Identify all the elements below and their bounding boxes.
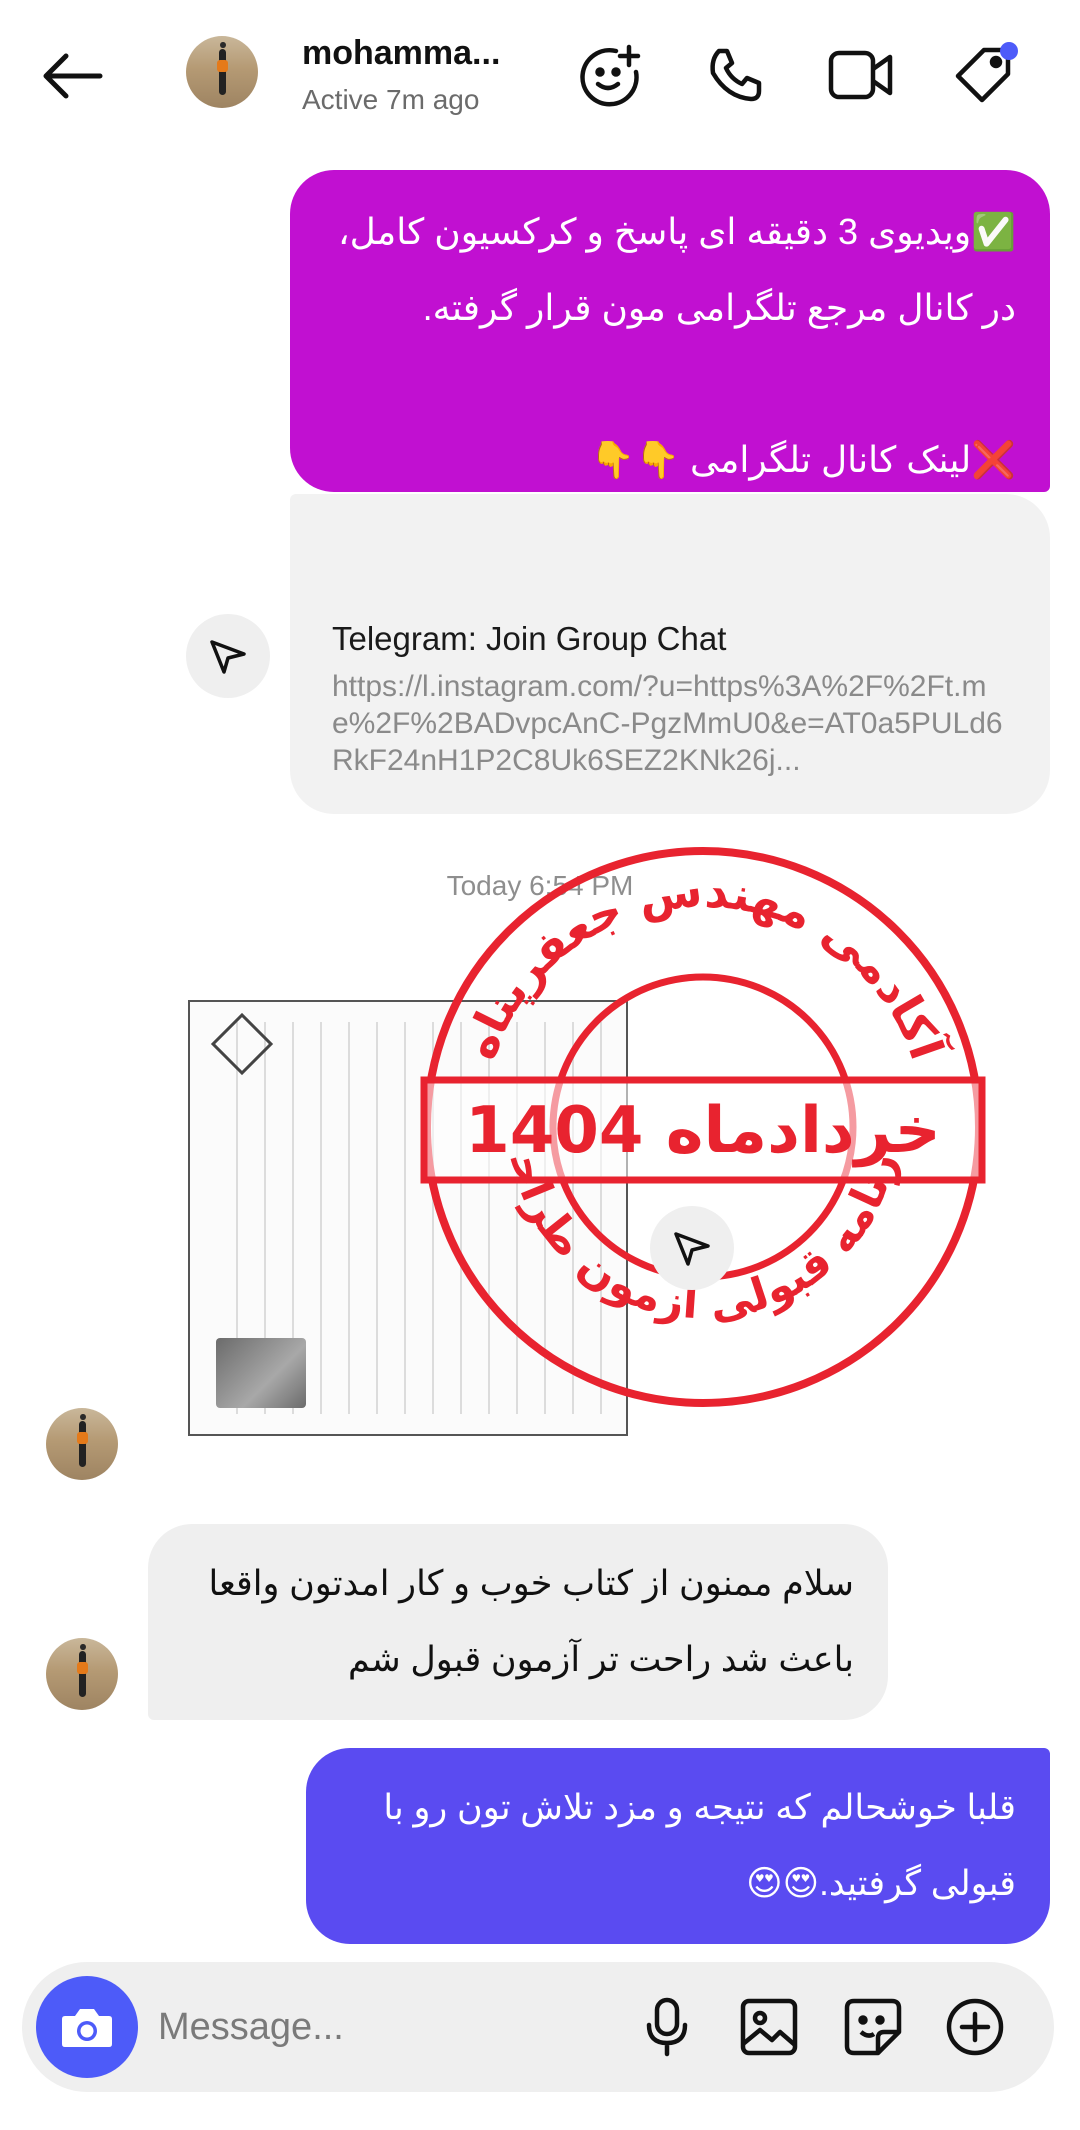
tag-icon[interactable]	[946, 36, 1024, 114]
microphone-icon[interactable]	[632, 1992, 702, 2062]
contact-name[interactable]: mohamma...	[302, 34, 500, 73]
message-input[interactable]	[158, 1990, 618, 2064]
camera-icon[interactable]	[36, 1976, 138, 2078]
stamp-seal: آکادمی مهندس جعفرپناه خردادماه 1404 کارن…	[418, 842, 986, 1407]
message-line	[324, 346, 1016, 422]
stamp-top-text: آکادمی مهندس جعفرپناه	[452, 862, 955, 1067]
message-composer	[22, 1962, 1054, 2092]
message-line: قبولی گرفتید.😍😍	[746, 1864, 1016, 1903]
sender-avatar[interactable]	[46, 1408, 118, 1480]
link-title: Telegram: Join Group Chat	[332, 620, 727, 657]
svg-text:آکادمی مهندس جعفرپناه: آکادمی مهندس جعفرپناه	[452, 862, 955, 1067]
sender-avatar[interactable]	[46, 1638, 118, 1710]
share-icon[interactable]	[186, 614, 270, 698]
message-line: باعث شد راحت تر آزمون قبول شم	[348, 1640, 854, 1679]
link-preview-card[interactable]: Telegram: Join Group Chat https://l.inst…	[290, 494, 1050, 814]
image-message[interactable]: آکادمی مهندس جعفرپناه خردادماه 1404 کارن…	[148, 842, 1008, 1484]
document-photo	[216, 1338, 306, 1408]
add-icon[interactable]	[940, 1992, 1010, 2062]
gallery-icon[interactable]	[734, 1992, 804, 2062]
message-line: ✅ویدیوی 3 دقیقه ای پاسخ و کرکسیون کامل،	[338, 211, 1016, 252]
back-arrow-icon[interactable]	[36, 40, 108, 112]
contact-avatar[interactable]	[186, 36, 258, 108]
message-outgoing-reply[interactable]: قلبا خوشحالم که نتیجه و مزد تلاش تون رو …	[306, 1748, 1050, 1944]
sticker-icon[interactable]	[838, 1992, 908, 2062]
message-line: سلام ممنون از کتاب خوب و کار امدتون واقع…	[208, 1564, 854, 1603]
message-line: قلبا خوشحالم که نتیجه و مزد تلاش تون رو …	[383, 1788, 1016, 1827]
video-camera-icon[interactable]	[822, 36, 900, 114]
message-incoming-thanks[interactable]: سلام ممنون از کتاب خوب و کار امدتون واقع…	[148, 1524, 888, 1720]
chat-header: mohamma... Active 7m ago	[0, 0, 1080, 150]
message-line: در کانال مرجع تلگرامی مون قرار گرفته.	[422, 287, 1016, 328]
share-icon[interactable]	[650, 1206, 734, 1290]
link-url: https://l.instagram.com/?u=https%3A%2F%2…	[332, 670, 1003, 777]
message-outgoing-promo[interactable]: ✅ویدیوی 3 دقیقه ای پاسخ و کرکسیون کامل، …	[290, 170, 1050, 492]
message-line: ❌لینک کانال تلگرامی 👇👇	[590, 439, 1016, 480]
phone-icon[interactable]	[696, 36, 774, 114]
game-controller-add-icon[interactable]	[572, 36, 650, 114]
contact-status: Active 7m ago	[302, 84, 480, 115]
notification-dot	[1000, 42, 1018, 60]
